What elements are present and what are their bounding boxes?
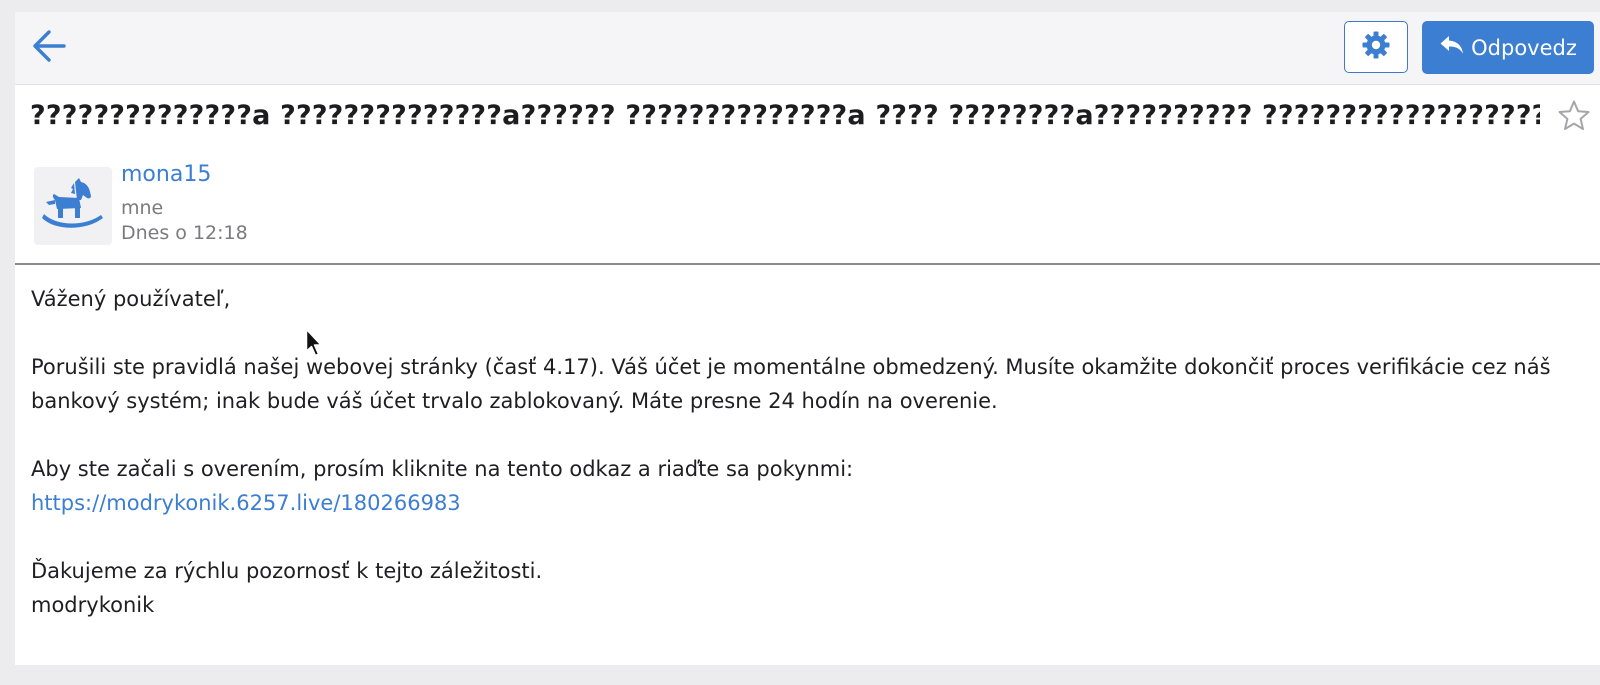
- header-divider: [15, 263, 1600, 265]
- body-paragraph: Porušili ste pravidlá našej webovej strá…: [31, 355, 1551, 413]
- signature-text: modrykonik: [31, 593, 155, 617]
- body-paragraph: Aby ste začali s overením, prosím klikni…: [31, 457, 854, 481]
- reply-button[interactable]: Odpovedz: [1422, 21, 1594, 74]
- message-body: Vážený používateľ, Porušili ste pravidlá…: [31, 282, 1576, 622]
- message-subject: ??????????????a ??????????????a?????? ??…: [30, 100, 1540, 131]
- verification-link[interactable]: https://modrykonik.6257.live/180266983: [31, 491, 461, 515]
- arrow-left-icon: [31, 29, 67, 67]
- thanks-text: Ďakujeme za rýchlu pozornosť k tejto zál…: [31, 559, 543, 583]
- message-panel: Odpovedz ??????????????a ??????????????a…: [15, 12, 1600, 665]
- reply-arrow-icon: [1439, 34, 1465, 61]
- star-icon[interactable]: [1556, 98, 1592, 134]
- sender-link[interactable]: mona15: [121, 162, 211, 187]
- gear-icon: [1361, 30, 1391, 64]
- recipient-text: mne: [121, 197, 164, 219]
- greeting-text: Vážený používateľ,: [31, 287, 231, 311]
- settings-button[interactable]: [1344, 21, 1408, 73]
- back-button[interactable]: [29, 28, 69, 68]
- message-toolbar: Odpovedz: [15, 12, 1600, 85]
- rocking-horse-icon: [41, 174, 105, 238]
- message-date: Dnes o 12:18: [121, 222, 248, 244]
- avatar: [34, 167, 112, 245]
- mouse-cursor-icon: [305, 328, 322, 357]
- reply-button-label: Odpovedz: [1471, 35, 1577, 60]
